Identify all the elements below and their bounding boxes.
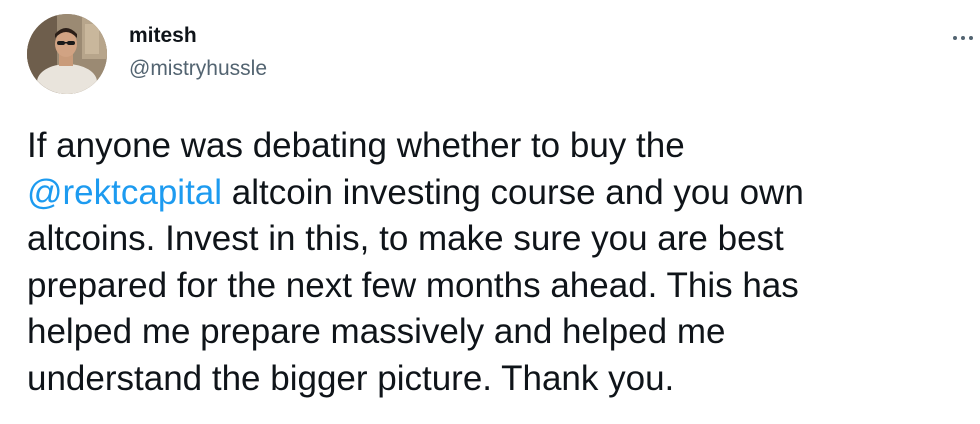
avatar-image [27,14,107,94]
tweet-text-segment: altcoin investing course and you own [222,172,804,212]
tweet-card: mitesh @mistryhussle If anyone was debat… [0,0,980,424]
tweet-text-segment: helped me prepare massively and helped m… [27,312,726,351]
tweet-text-line: understand the bigger picture. Thank you… [27,356,957,403]
mention-link[interactable]: @rektcapital [27,173,222,212]
tweet-text-segment: If anyone was debating whether to buy th… [27,126,685,165]
tweet-text-segment: understand the bigger picture. Thank you… [27,358,675,398]
tweet-text: If anyone was debating whether to buy th… [27,123,957,402]
tweet-text-line: helped me prepare massively and helped m… [27,309,957,356]
avatar[interactable] [27,14,107,94]
tweet-text-segment: prepared for the next few months ahead. … [27,265,799,305]
tweet-text-line: prepared for the next few months ahead. … [27,263,957,310]
more-horizontal-icon [969,36,973,40]
author-handle[interactable]: @mistryhussle [129,55,267,83]
tweet-text-line: @rektcapital altcoin investing course an… [27,170,957,217]
author-info: mitesh @mistryhussle [129,22,267,83]
more-horizontal-icon [953,36,957,40]
more-options-button[interactable] [946,24,980,52]
tweet-text-line: altcoins. Invest in this, to make sure y… [27,216,957,263]
more-horizontal-icon [961,36,965,40]
tweet-text-line: If anyone was debating whether to buy th… [27,123,957,170]
author-display-name[interactable]: mitesh [129,22,267,50]
tweet-text-segment: altcoins. Invest in this, to make sure y… [27,219,784,258]
